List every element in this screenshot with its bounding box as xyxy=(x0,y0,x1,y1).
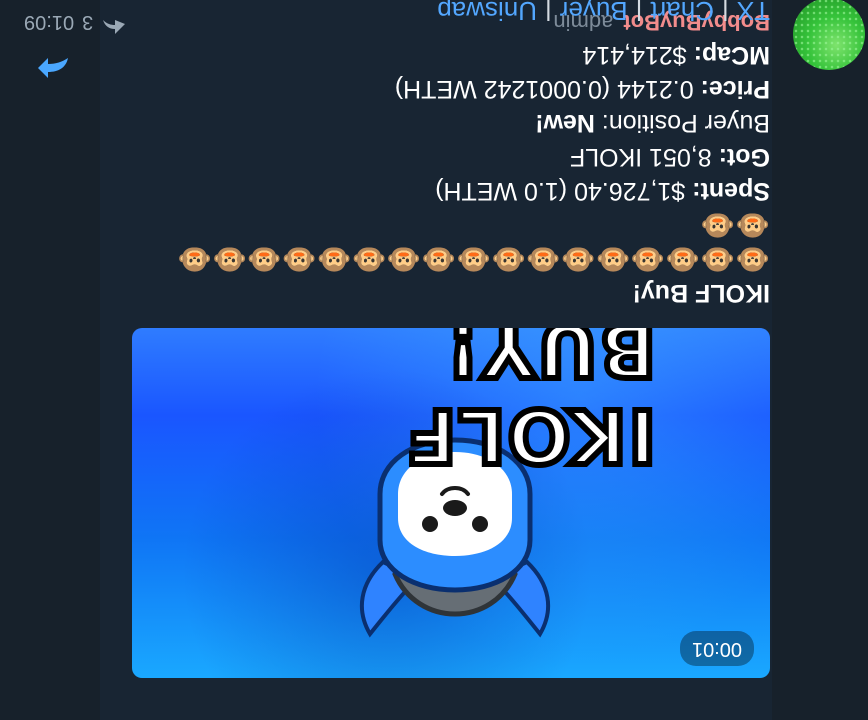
got-label: Got: xyxy=(718,143,770,171)
media-preview[interactable]: 00:01 IKOLF BUY! xyxy=(132,328,770,678)
emoji-line-1: 🐵🐵🐵🐵🐵🐵🐵🐵🐵🐵🐵🐵🐵🐵🐵🐵🐵 xyxy=(177,244,770,275)
share-icon[interactable] xyxy=(34,38,78,82)
position-value: New! xyxy=(535,109,595,137)
buyer-link[interactable]: Buyer xyxy=(560,0,628,26)
mcap-label: MCap: xyxy=(693,41,770,69)
forward-icon xyxy=(101,8,127,36)
got-line: Got: 8,051 IKOLF xyxy=(130,140,770,174)
message-text: IKOLF Buy! 🐵🐵🐵🐵🐵🐵🐵🐵🐵🐵🐵🐵🐵🐵🐵🐵🐵 🐵🐵 Spent: $… xyxy=(130,0,770,310)
price-value: 0.2144 (0.0001242 WETH) xyxy=(394,75,694,103)
emoji-line-2: 🐵🐵 xyxy=(700,210,770,241)
got-value: 8,051 IKOLF xyxy=(569,143,712,171)
media-title: IKOLF BUY! xyxy=(401,328,659,481)
avatar-pattern xyxy=(793,0,865,70)
mcap-value: $214,414 xyxy=(582,41,687,69)
message-meta: 3 01:09 xyxy=(24,6,132,38)
bot-avatar[interactable] xyxy=(793,0,865,70)
mcap-line: MCap: $214,414 xyxy=(130,38,770,72)
chat-view: BobbyBuyBot admin 3 01:09 00:01 IKOLF BU… xyxy=(0,0,868,720)
media-duration-badge: 00:01 xyxy=(679,631,754,666)
link-separator: | xyxy=(544,0,552,26)
forward-count: 3 xyxy=(82,11,94,34)
message-time: 01:09 xyxy=(24,11,75,34)
link-row: TX | Chart | Buyer | Uniswap xyxy=(130,0,770,28)
price-line: Price: 0.2144 (0.0001242 WETH) xyxy=(130,72,770,106)
buy-title: IKOLF Buy! xyxy=(632,279,771,307)
link-separator: | xyxy=(722,0,729,26)
chart-link[interactable]: Chart xyxy=(650,0,714,26)
tx-link[interactable]: TX xyxy=(737,0,770,26)
uniswap-link[interactable]: Uniswap xyxy=(437,0,537,26)
position-line: Buyer Position: New! xyxy=(130,106,770,140)
spent-line: Spent: $1,726.40 (1.0 WETH) xyxy=(130,174,770,208)
spent-label: Spent: xyxy=(692,177,770,205)
link-separator: | xyxy=(635,0,643,26)
price-label: Price: xyxy=(700,75,770,103)
position-label: Buyer Position: xyxy=(601,109,770,137)
spent-value: $1,726.40 (1.0 WETH) xyxy=(435,177,686,205)
